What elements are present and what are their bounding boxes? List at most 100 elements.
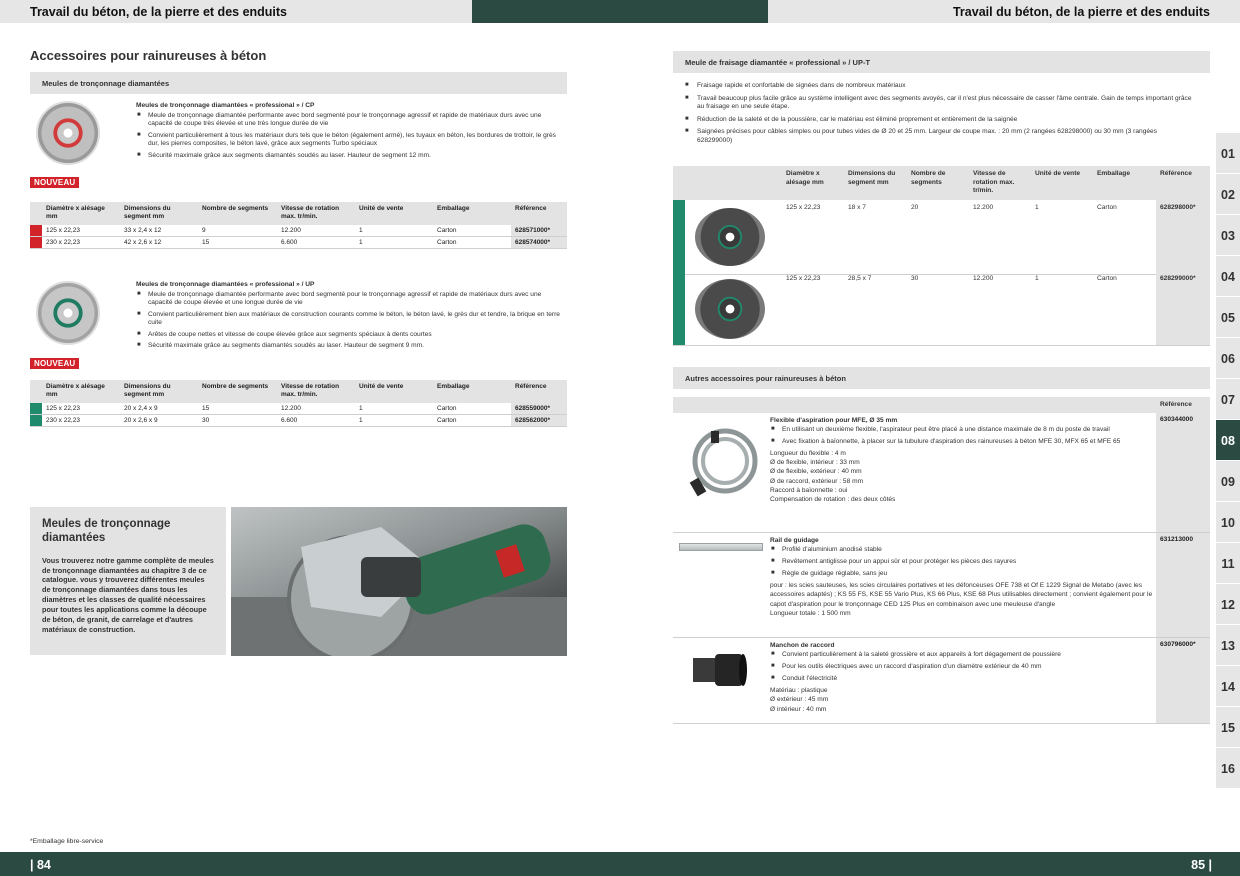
table-header-cell: Nombre de segments — [911, 170, 946, 186]
accessories-ref-header: Référence — [673, 397, 1210, 413]
chapter-tab-09[interactable]: 09 — [1216, 461, 1240, 502]
table-cell: 20 — [911, 204, 919, 211]
table-cell: 15 — [198, 402, 277, 415]
cp-bullet: Sécurité maximale grâce aux segments dia… — [136, 152, 556, 161]
sleeve-description: Manchon de raccord Convient particulière… — [770, 641, 1155, 714]
ref-header-label: Référence — [1160, 401, 1192, 408]
table-row: 125 x 22,23 33 x 2,4 x 12 9 12.200 1 Car… — [30, 224, 567, 237]
reference-cell: 630796000* — [1156, 638, 1210, 723]
hose-bullet: En utilisant un deuxième flexible, l'asp… — [770, 425, 1155, 434]
promo-title: Meules de tronçonnage diamantées — [42, 518, 171, 545]
up-title: Meules de tronçonnage diamantées « profe… — [136, 281, 315, 288]
table-header-row: Diamètre x alésage mm Dimensions du segm… — [30, 202, 567, 225]
reference-cell: 630344000 — [1156, 413, 1210, 532]
table-header-cell: Nombre de segments — [198, 380, 277, 403]
table-cell: 125 x 22,23 — [786, 204, 821, 211]
table-header-cell: Vitesse de rotation max. tr/min. — [973, 170, 1015, 195]
hose-spec-line: Longueur du flexible : 4 m — [770, 450, 846, 458]
table-cell: 125 x 22,23 — [42, 402, 120, 415]
row-marker — [673, 271, 685, 345]
sleeve-bullet: Conduit l'électricité — [770, 674, 1155, 683]
accessory-connector-sleeve: Manchon de raccord Convient particulière… — [673, 638, 1210, 724]
accessories-bar: Autres accessoires pour rainureuses à bé… — [673, 367, 1210, 389]
table-cell: 6.600 — [277, 414, 355, 427]
sleeve-spec-line: Ø extérieur : 45 mm — [770, 696, 829, 704]
up-bullet: Convient particulièrement bien aux matér… — [136, 311, 566, 328]
chapter-tab-06[interactable]: 06 — [1216, 338, 1240, 379]
chapter-tab-01[interactable]: 01 — [1216, 133, 1240, 174]
accessories-bar-label: Autres accessoires pour rainureuses à bé… — [685, 373, 846, 383]
section-title: Accessoires pour rainureuses à béton — [30, 48, 267, 63]
chapter-tab-03[interactable]: 03 — [1216, 215, 1240, 256]
table-cell: 1 — [1035, 275, 1039, 282]
table-header-cell: Dimensions du segment mm — [120, 380, 198, 403]
header-right: Travail du béton, de la pierre et des en… — [768, 0, 1240, 23]
table-header-cell: Diamètre x alésage mm — [786, 170, 824, 186]
table-header-row: Diamètre x alésage mm Dimensions du segm… — [30, 380, 567, 403]
table-cell: 6.600 — [277, 236, 355, 249]
table-header-cell: Unité de vente — [1035, 170, 1081, 177]
hose-spec-line: Compensation de rotation : des deux côté… — [770, 495, 896, 503]
cp-bullet: Convient particulièrement à tous les mat… — [136, 132, 556, 149]
row-marker — [30, 236, 42, 249]
table-header-cell: Emballage — [433, 202, 511, 225]
table-header-cell: Vitesse de rotation max. tr/min. — [277, 202, 355, 225]
table-cell: Carton — [433, 402, 511, 415]
angle-grinder-photo — [231, 507, 567, 656]
chapter-tab-16[interactable]: 16 — [1216, 748, 1240, 789]
accessory-hose: Flexible d'aspiration pour MFE, Ø 35 mm … — [673, 413, 1210, 533]
chapter-tab-11[interactable]: 11 — [1216, 543, 1240, 584]
table-header-cell: Référence — [511, 380, 567, 403]
footer-bar: | 84 85 | — [0, 852, 1240, 876]
chapter-tab-14[interactable]: 14 — [1216, 666, 1240, 707]
rail-bullet: Profilé d'aluminium anodisé stable — [770, 545, 1155, 554]
table-header-cell: Unité de vente — [355, 202, 433, 225]
table-header-cell: Référence — [511, 202, 567, 225]
table-cell: 12.200 — [277, 402, 355, 415]
hose-spec-line: Raccord à baïonnette : oui — [770, 486, 848, 494]
row-marker — [673, 200, 685, 274]
rail-description: Rail de guidage Profilé d'aluminium anod… — [770, 536, 1155, 618]
row-marker — [30, 414, 42, 427]
rail-bullet: Revêtement antiglisse pour un appui sûr … — [770, 557, 1155, 566]
table-cell: 28,5 x 7 — [848, 275, 872, 282]
table-header-cell: Emballage — [1097, 170, 1130, 177]
reference-cell: 631213000 — [1156, 533, 1210, 637]
chapter-tab-13[interactable]: 13 — [1216, 625, 1240, 666]
sleeve-title: Manchon de raccord — [770, 642, 835, 649]
chapter-tab-07[interactable]: 07 — [1216, 379, 1240, 420]
table-cell: 20 x 2,4 x 9 — [120, 402, 198, 415]
up-bullet: Arêtes de coupe nettes et vitesse de cou… — [136, 331, 566, 340]
upt-bar: Meule de fraisage diamantée « profession… — [673, 51, 1210, 73]
table-header-marker — [30, 380, 42, 403]
table-row: 125 x 22,23 20 x 2,4 x 9 15 12.200 1 Car… — [30, 402, 567, 415]
chapter-tab-12[interactable]: 12 — [1216, 584, 1240, 625]
chapter-tab-04[interactable]: 04 — [1216, 256, 1240, 297]
table-cell: 12.200 — [973, 275, 994, 282]
table-row: 230 x 22,23 42 x 2,6 x 12 15 6.600 1 Car… — [30, 236, 567, 249]
accessory-guide-rail: Rail de guidage Profilé d'aluminium anod… — [673, 533, 1210, 638]
table-header-cell: Emballage — [433, 380, 511, 403]
sleeve-bullet: Pour les outils électriques avec un racc… — [770, 662, 1155, 671]
table-cell: 12.200 — [973, 204, 994, 211]
cp-spec-table: Diamètre x alésage mm Dimensions du segm… — [30, 202, 567, 249]
rail-spec-line: Longueur totale : 1 500 mm — [770, 609, 851, 617]
up-bullet: Meule de tronçonnage diamantée performan… — [136, 291, 566, 308]
chapter-tab-05[interactable]: 05 — [1216, 297, 1240, 338]
sleeve-bullet: Convient particulièrement à la saleté gr… — [770, 650, 1155, 659]
upt-3-row-blade-image — [695, 279, 765, 339]
table-cell: 33 x 2,4 x 12 — [120, 224, 198, 237]
row-marker — [30, 224, 42, 237]
table-cell: Carton — [1097, 275, 1117, 282]
hose-spec-line: Ø de raccord, extérieur : 58 mm — [770, 477, 864, 485]
hose-bullet: Avec fixation à baïonnette, à placer sur… — [770, 437, 1155, 446]
chapter-tab-08[interactable]: 08 — [1216, 420, 1240, 461]
chapter-tab-10[interactable]: 10 — [1216, 502, 1240, 543]
table-cell: 30 — [198, 414, 277, 427]
rail-title: Rail de guidage — [770, 537, 819, 544]
chapter-tab-15[interactable]: 15 — [1216, 707, 1240, 748]
new-badge: NOUVEAU — [30, 358, 80, 369]
table-header-marker — [30, 202, 42, 225]
promo-box: Meules de tronçonnage diamantées Vous tr… — [30, 507, 226, 655]
chapter-tab-02[interactable]: 02 — [1216, 174, 1240, 215]
